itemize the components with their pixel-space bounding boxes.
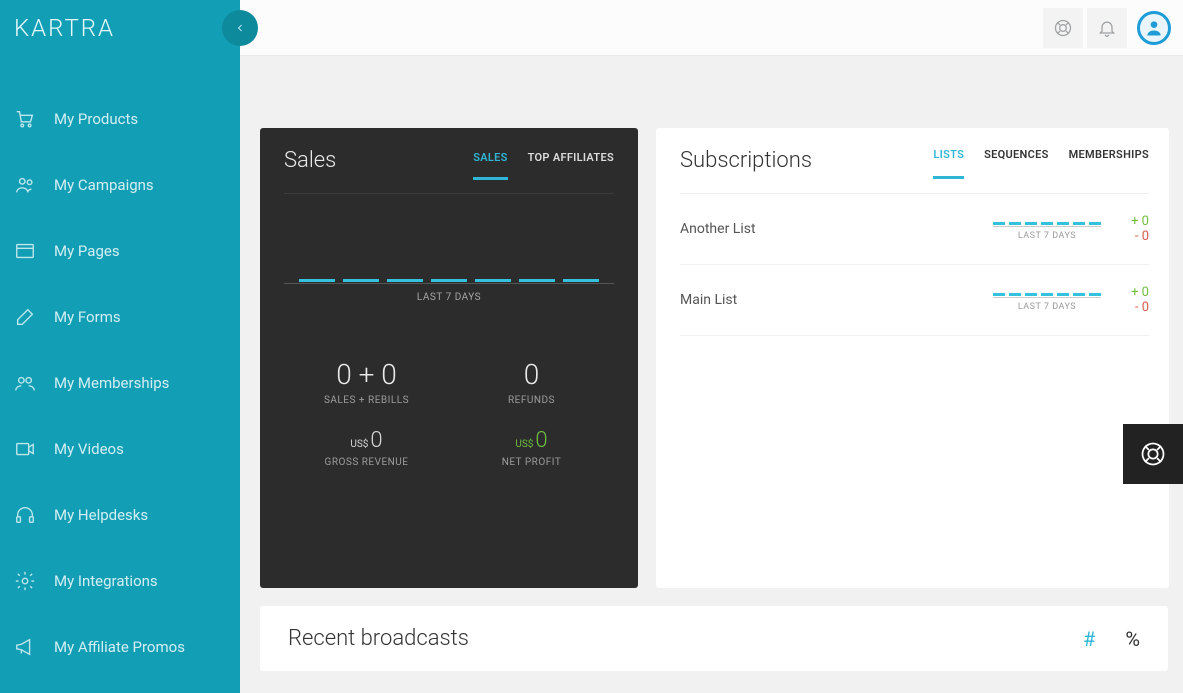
sidebar-item-affiliate-promos[interactable]: My Affiliate Promos <box>0 614 240 680</box>
collapse-sidebar-button[interactable] <box>222 10 258 46</box>
lifebuoy-icon <box>1053 18 1073 38</box>
sidebar-item-memberships[interactable]: My Memberships <box>0 350 240 416</box>
dashboard-content: Sales SALES TOP AFFILIATES LAST 7 DAYS <box>240 56 1183 691</box>
refunds-value: 0 <box>449 358 614 391</box>
sales-chart: LAST 7 DAYS <box>284 264 614 303</box>
sidebar-item-label: My Campaigns <box>54 176 154 194</box>
sidebar-item-forms[interactable]: My Forms <box>0 284 240 350</box>
sidebar-item-helpdesks[interactable]: My Helpdesks <box>0 482 240 548</box>
gross-revenue-label: GROSS REVENUE <box>284 457 449 468</box>
chevron-left-icon <box>234 22 246 34</box>
broadcasts-toggle: # % <box>1083 627 1140 651</box>
user-avatar[interactable] <box>1137 11 1171 45</box>
tab-top-affiliates[interactable]: TOP AFFILIATES <box>528 151 614 170</box>
sales-card: Sales SALES TOP AFFILIATES LAST 7 DAYS <box>260 128 638 588</box>
list-sparkline: LAST 7 DAYS <box>993 288 1101 312</box>
tab-lists[interactable]: LISTS <box>933 148 964 169</box>
tab-sequences[interactable]: SEQUENCES <box>984 148 1049 169</box>
group-icon <box>14 372 36 394</box>
main-area: Sales SALES TOP AFFILIATES LAST 7 DAYS <box>240 0 1183 693</box>
sidebar-item-label: My Videos <box>54 440 124 458</box>
sidebar-item-label: My Helpdesks <box>54 506 148 524</box>
sidebar-item-products[interactable]: My Products <box>0 86 240 152</box>
subscriptions-title: Subscriptions <box>680 148 812 173</box>
broadcasts-title: Recent broadcasts <box>288 626 469 651</box>
list-row[interactable]: Main List LAST 7 DAYS + 0 - 0 <box>680 265 1149 336</box>
headset-icon <box>14 504 36 526</box>
edit-icon <box>14 306 36 328</box>
user-icon <box>1144 18 1164 38</box>
sidebar-item-integrations[interactable]: My Integrations <box>0 548 240 614</box>
sales-rebills-label: SALES + REBILLS <box>284 395 449 406</box>
cart-icon <box>14 108 36 130</box>
delta-down: - 0 <box>1119 229 1149 244</box>
users-icon <box>14 174 36 196</box>
sidebar-item-label: My Forms <box>54 308 121 326</box>
recent-broadcasts-card: Recent broadcasts # % <box>260 606 1168 671</box>
sidebar-item-pages[interactable]: My Pages <box>0 218 240 284</box>
delta-up: + 0 <box>1119 285 1149 300</box>
divider <box>284 193 614 194</box>
broadcasts-count-toggle[interactable]: # <box>1083 627 1095 651</box>
lifebuoy-icon <box>1139 440 1167 468</box>
browser-icon <box>14 240 36 262</box>
megaphone-icon <box>14 636 36 658</box>
sidebar-item-videos[interactable]: My Videos <box>0 416 240 482</box>
brand-text: KARTRA <box>14 14 115 42</box>
floating-help-button[interactable] <box>1123 424 1183 484</box>
sales-tabs: SALES TOP AFFILIATES <box>473 151 614 170</box>
list-chart-caption: LAST 7 DAYS <box>993 302 1101 312</box>
sidebar: KARTRA My Products My Campaigns My Pages… <box>0 0 240 693</box>
broadcasts-percent-toggle[interactable]: % <box>1125 627 1140 651</box>
sidebar-nav: My Products My Campaigns My Pages My For… <box>0 86 240 680</box>
sales-title: Sales <box>284 148 336 173</box>
sales-chart-caption: LAST 7 DAYS <box>284 292 614 303</box>
net-profit-label: NET PROFIT <box>449 457 614 468</box>
notifications-button[interactable] <box>1087 8 1127 48</box>
list-name: Main List <box>680 292 993 308</box>
sidebar-item-label: My Integrations <box>54 572 158 590</box>
tab-sales[interactable]: SALES <box>473 151 507 170</box>
bell-icon <box>1097 18 1117 38</box>
delta-up: + 0 <box>1119 214 1149 229</box>
gross-revenue-value: US$0 <box>284 428 449 453</box>
sidebar-item-label: My Memberships <box>54 374 169 392</box>
help-button[interactable] <box>1043 8 1083 48</box>
gear-icon <box>14 570 36 592</box>
tab-memberships[interactable]: MEMBERSHIPS <box>1069 148 1149 169</box>
list-chart-caption: LAST 7 DAYS <box>993 231 1101 241</box>
subscriptions-card: Subscriptions LISTS SEQUENCES MEMBERSHIP… <box>656 128 1169 588</box>
sidebar-item-label: My Products <box>54 110 138 128</box>
net-profit-value: US$0 <box>449 428 614 453</box>
subscriptions-tabs: LISTS SEQUENCES MEMBERSHIPS <box>933 148 1149 169</box>
sidebar-item-campaigns[interactable]: My Campaigns <box>0 152 240 218</box>
video-icon <box>14 438 36 460</box>
list-sparkline: LAST 7 DAYS <box>993 217 1101 241</box>
brand-logo: KARTRA <box>0 0 240 56</box>
sales-sparkline <box>284 264 614 284</box>
list-row[interactable]: Another List LAST 7 DAYS + 0 - 0 <box>680 194 1149 265</box>
sidebar-item-label: My Pages <box>54 242 120 260</box>
delta-down: - 0 <box>1119 300 1149 315</box>
topbar <box>240 0 1183 56</box>
list-name: Another List <box>680 221 993 237</box>
refunds-label: REFUNDS <box>449 395 614 406</box>
sidebar-item-label: My Affiliate Promos <box>54 638 185 656</box>
sales-rebills-value: 0 + 0 <box>284 358 449 391</box>
